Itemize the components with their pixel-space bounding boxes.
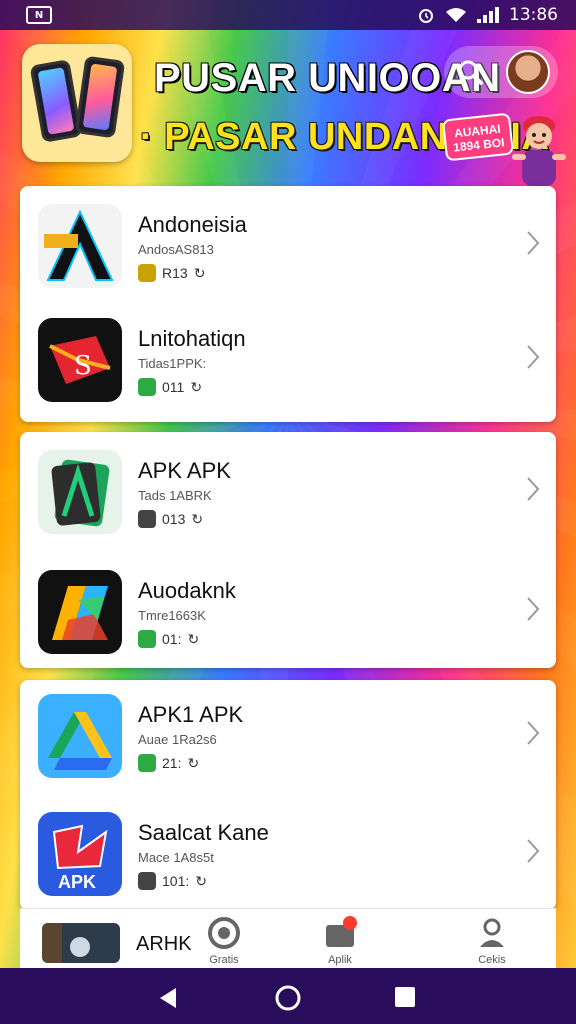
nav-label: Cekis <box>478 954 506 966</box>
refresh-icon: ↻ <box>195 872 207 889</box>
app-icon: S <box>38 318 122 402</box>
chevron-right-icon <box>527 231 540 255</box>
app-subtitle: Tmre1663K <box>138 608 206 623</box>
briefcase-icon <box>326 916 357 947</box>
target-icon <box>208 917 240 949</box>
chevron-right-icon <box>527 345 540 369</box>
app-icon <box>42 923 90 963</box>
rating-tag-icon <box>138 872 156 890</box>
home-icon[interactable] <box>274 984 302 1012</box>
app-meta: R13 <box>162 265 188 281</box>
store-logo[interactable] <box>22 44 132 162</box>
search-icon[interactable] <box>456 58 484 86</box>
app-name: Lnitohatiqn <box>138 326 246 351</box>
svg-text:APK: APK <box>58 872 96 892</box>
rating-tag-icon <box>138 510 156 528</box>
bottom-navigation: ARHK Gratis Aplik Cekis <box>20 908 556 968</box>
chevron-right-icon <box>527 721 540 745</box>
mascot-illustration <box>512 116 566 186</box>
app-list-card: Andoneisia AndosAS813 R13 ↻ S Lnitohatiq… <box>20 186 556 422</box>
app-subtitle: Tidas1PPK: <box>138 356 207 371</box>
recents-icon[interactable] <box>394 986 416 1008</box>
wifi-icon <box>446 8 466 22</box>
app-icon <box>38 694 122 778</box>
rating-tag-icon <box>138 264 156 282</box>
app-row[interactable]: APK1 APK Auae 1Ra2s6 21: ↻ <box>20 680 556 790</box>
app-subtitle: Tads 1ABRK <box>138 488 212 503</box>
phone-icon <box>74 55 126 139</box>
app-icon: APK <box>38 812 122 896</box>
app-row[interactable]: Andoneisia AndosAS813 R13 ↻ <box>20 190 556 300</box>
back-icon[interactable] <box>156 986 180 1010</box>
chevron-right-icon <box>527 839 540 863</box>
app-meta: 21: <box>162 755 182 771</box>
app-row[interactable]: S Lnitohatiqn Tidas1PPK: 011 ↻ <box>20 304 556 414</box>
system-navigation-bar <box>0 968 576 1024</box>
app-icon <box>38 204 122 288</box>
nav-free[interactable]: Gratis <box>202 915 246 966</box>
notification-icon: N <box>26 6 52 24</box>
phone-icon <box>29 59 83 143</box>
app-meta: 013 <box>162 511 186 527</box>
nav-profile[interactable]: Cekis <box>468 915 516 966</box>
nav-label: Gratis <box>209 954 239 966</box>
app-subtitle: Auae 1Ra2s6 <box>138 732 217 747</box>
verified-tag-icon <box>138 378 156 396</box>
partial-app-row[interactable] <box>42 923 120 963</box>
verified-tag-icon <box>138 630 156 648</box>
app-icon <box>38 450 122 534</box>
svg-text:S: S <box>74 351 92 381</box>
app-name: Andoneisia <box>138 212 247 237</box>
app-row[interactable]: Auodaknk Tmre1663K 01: ↻ <box>20 556 556 666</box>
promo-badge[interactable]: AUAHAI 1894 BOI <box>441 112 515 162</box>
chevron-right-icon <box>527 477 540 501</box>
search-pill <box>444 46 558 98</box>
partial-app-name: ARHK <box>136 933 192 955</box>
chevron-right-icon <box>527 597 540 621</box>
app-icon <box>38 570 122 654</box>
refresh-icon: ↻ <box>190 378 203 395</box>
app-meta: 101: <box>162 873 190 889</box>
app-row[interactable]: APK Saalcat Kane Mace 1A8s5t 101: ↻ <box>20 798 556 908</box>
refresh-icon: ↻ <box>193 264 206 281</box>
nav-label: Aplik <box>328 954 352 966</box>
app-meta: 011 <box>162 379 185 395</box>
signal-icon <box>477 7 499 23</box>
app-meta: 01: <box>162 631 182 647</box>
app-list-card: APK APK Tads 1ABRK 013 ↻ Auodaknk Tmre16… <box>20 432 556 668</box>
nav-apps[interactable]: Aplik <box>318 915 362 966</box>
status-bar: N 13:86 <box>0 0 576 30</box>
app-list-card: APK1 APK Auae 1Ra2s6 21: ↻ APK Saalcat K… <box>20 680 556 910</box>
app-name: APK APK <box>138 458 231 483</box>
refresh-icon: ↻ <box>187 754 200 771</box>
store-header: PUSAR UNIOOAN · PASAR UNDANEISIA AUAHAI … <box>14 36 566 186</box>
app-row[interactable]: APK APK Tads 1ABRK 013 ↻ <box>20 436 556 546</box>
refresh-icon: ↻ <box>191 510 204 527</box>
app-subtitle: Mace 1A8s5t <box>138 850 214 865</box>
status-time: 13:86 <box>509 5 558 25</box>
alarm-icon <box>419 9 433 23</box>
avatar[interactable] <box>506 50 550 94</box>
user-icon <box>480 918 504 947</box>
app-name: APK1 APK <box>138 702 244 727</box>
verified-tag-icon <box>138 754 156 772</box>
app-subtitle: AndosAS813 <box>138 242 214 257</box>
refresh-icon: ↻ <box>187 630 200 647</box>
app-name: Auodaknk <box>138 578 236 603</box>
app-name: Saalcat Kane <box>138 820 269 845</box>
